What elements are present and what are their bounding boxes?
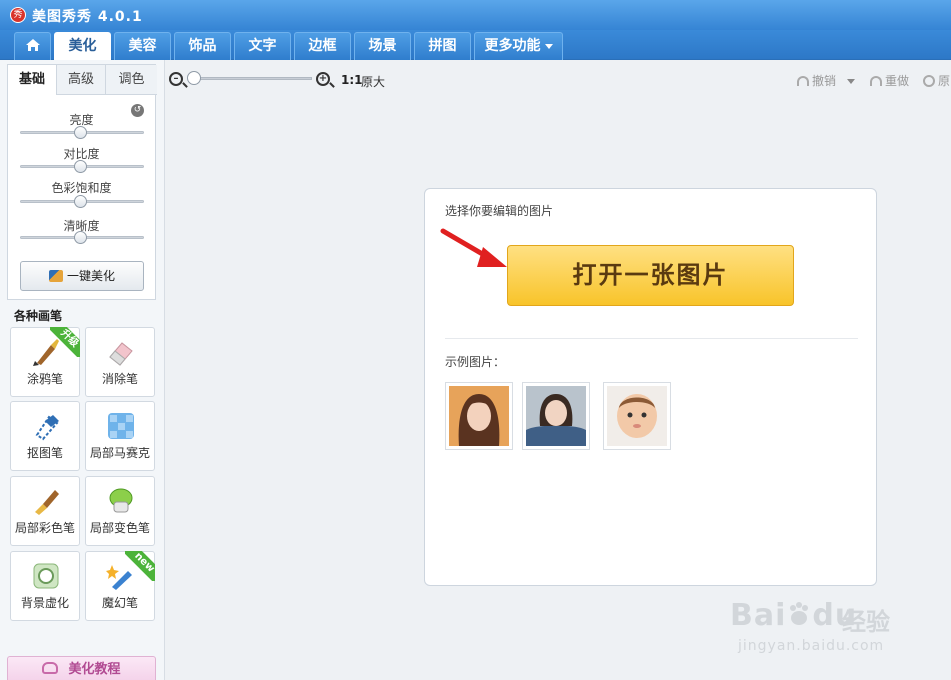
tool-label: 涂鸦笔 bbox=[26, 372, 63, 386]
sidebar: 基础 高级 调色 ↺ 亮度 对比度 色彩饱和度 清晰度 一键美化 各种画笔 升级… bbox=[0, 60, 165, 680]
paint-bucket-icon bbox=[109, 488, 133, 513]
one-click-beautify-button[interactable]: 一键美化 bbox=[20, 261, 144, 291]
open-image-card: 选择你要编辑的图片 打开一张图片 示例图片： bbox=[424, 188, 877, 586]
app-logo-icon: 秀 bbox=[10, 7, 26, 23]
watermark-jingyan: 经验 bbox=[842, 608, 890, 636]
tool-background-blur[interactable]: 背景虚化 bbox=[10, 551, 80, 621]
canvas-toolbar: – + 1:1 原大 撤销 重做 原 bbox=[165, 60, 951, 98]
divider bbox=[445, 338, 858, 339]
saturation-slider-knob[interactable] bbox=[74, 195, 87, 208]
redo-label: 重做 bbox=[885, 74, 910, 88]
mosaic-icon bbox=[108, 413, 134, 439]
tool-color-pen[interactable]: 局部彩色笔 bbox=[10, 476, 80, 546]
title-bar: 秀 美图秀秀 4.0.1 bbox=[0, 0, 951, 30]
tool-recolor-pen[interactable]: 局部变色笔 bbox=[85, 476, 155, 546]
subtab-color[interactable]: 调色 bbox=[106, 65, 157, 95]
compare-icon bbox=[923, 75, 935, 87]
blur-icon bbox=[33, 563, 59, 589]
subtab-advanced[interactable]: 高级 bbox=[57, 65, 106, 95]
tab-collage[interactable]: 拼图 bbox=[414, 32, 471, 60]
tool-label: 魔幻笔 bbox=[101, 596, 138, 610]
tool-label: 背景虚化 bbox=[20, 596, 69, 610]
hand-icon bbox=[42, 662, 59, 674]
tab-more-features[interactable]: 更多功能 bbox=[474, 32, 563, 60]
color-brush-icon bbox=[35, 490, 59, 515]
sample-photo-baby bbox=[607, 386, 667, 446]
tool-label: 抠图笔 bbox=[26, 446, 63, 460]
sample-images-label: 示例图片： bbox=[445, 355, 506, 369]
red-arrow-annotation bbox=[440, 228, 507, 267]
baidu-watermark: Bai du 经验 jingyan.baidu.com bbox=[730, 590, 930, 660]
tab-accessories[interactable]: 饰品 bbox=[174, 32, 231, 60]
new-badge: new bbox=[125, 551, 155, 581]
tab-home[interactable] bbox=[14, 32, 51, 60]
watermark-url: jingyan.baidu.com bbox=[738, 638, 885, 654]
sample-image-3[interactable] bbox=[603, 382, 671, 450]
sample-photo-girl bbox=[449, 386, 509, 446]
original-size-label[interactable]: 原大 bbox=[361, 73, 385, 90]
beautify-tutorial-button[interactable]: 美化教程 bbox=[7, 656, 156, 680]
app-title: 美图秀秀 4.0.1 bbox=[32, 9, 143, 25]
brightness-slider-knob[interactable] bbox=[74, 126, 87, 139]
tab-beautify[interactable]: 美化 bbox=[54, 32, 111, 60]
eraser-icon bbox=[109, 342, 133, 366]
slider-label-saturation: 色彩饱和度 bbox=[51, 181, 112, 195]
redo-icon bbox=[870, 76, 882, 86]
sample-image-2[interactable] bbox=[522, 382, 590, 450]
tool-cutout-pen[interactable]: 抠图笔 bbox=[10, 401, 80, 471]
tool-label: 局部变色笔 bbox=[89, 521, 150, 535]
zoom-slider[interactable] bbox=[190, 77, 312, 80]
basic-adjust-panel: 基础 高级 调色 ↺ 亮度 对比度 色彩饱和度 清晰度 一键美化 bbox=[7, 64, 157, 300]
tab-frame[interactable]: 边框 bbox=[294, 32, 351, 60]
undo-button[interactable]: 撤销 bbox=[797, 72, 836, 89]
contrast-slider-knob[interactable] bbox=[74, 160, 87, 173]
undo-dropdown[interactable] bbox=[847, 74, 855, 88]
sample-photo-woman bbox=[526, 386, 586, 446]
undo-label: 撤销 bbox=[812, 74, 837, 88]
tab-scene[interactable]: 场景 bbox=[354, 32, 411, 60]
tool-label: 局部彩色笔 bbox=[14, 521, 75, 535]
tool-label: 局部马赛克 bbox=[89, 446, 150, 460]
chevron-down-icon bbox=[544, 43, 553, 49]
actual-size-button[interactable]: 1:1 bbox=[341, 73, 363, 87]
cutout-pen-icon bbox=[35, 415, 59, 441]
upgrade-badge: 升级 bbox=[50, 327, 80, 357]
one-click-beautify-label: 一键美化 bbox=[66, 269, 115, 283]
main-tab-bar: 美化 美容 饰品 文字 边框 场景 拼图 更多功能 bbox=[0, 30, 951, 60]
undo-icon bbox=[797, 76, 809, 86]
tab-text[interactable]: 文字 bbox=[234, 32, 291, 60]
tab-makeup[interactable]: 美容 bbox=[114, 32, 171, 60]
sharpness-slider-knob[interactable] bbox=[74, 231, 87, 244]
paw-icon bbox=[790, 602, 809, 625]
home-icon bbox=[25, 39, 40, 51]
zoom-out-icon[interactable]: – bbox=[169, 72, 183, 86]
beautify-tutorial-label: 美化教程 bbox=[68, 662, 121, 677]
tool-mosaic[interactable]: 局部马赛克 bbox=[85, 401, 155, 471]
magic-pen-icon bbox=[48, 270, 63, 282]
tool-label: 消除笔 bbox=[101, 372, 138, 386]
chevron-down-icon bbox=[847, 79, 855, 84]
sample-image-1[interactable] bbox=[445, 382, 513, 450]
tool-magic-pen[interactable]: new 魔幻笔 bbox=[85, 551, 155, 621]
tool-eraser-pen[interactable]: 消除笔 bbox=[85, 327, 155, 397]
zoom-in-icon[interactable]: + bbox=[316, 72, 330, 86]
original-compare-label: 原 bbox=[938, 74, 951, 88]
zoom-slider-knob[interactable] bbox=[187, 71, 201, 85]
watermark-logo: Bai du bbox=[730, 598, 858, 633]
tab-more-label: 更多功能 bbox=[484, 38, 541, 54]
redo-button[interactable]: 重做 bbox=[870, 72, 909, 89]
subtab-basic[interactable]: 基础 bbox=[8, 65, 57, 95]
open-image-button[interactable]: 打开一张图片 bbox=[507, 245, 794, 306]
brushes-section-title: 各种画笔 bbox=[14, 309, 63, 323]
tool-doodle-pen[interactable]: 升级 涂鸦笔 bbox=[10, 327, 80, 397]
original-compare-button[interactable]: 原 bbox=[923, 72, 950, 89]
select-image-prompt: 选择你要编辑的图片 bbox=[445, 204, 554, 218]
